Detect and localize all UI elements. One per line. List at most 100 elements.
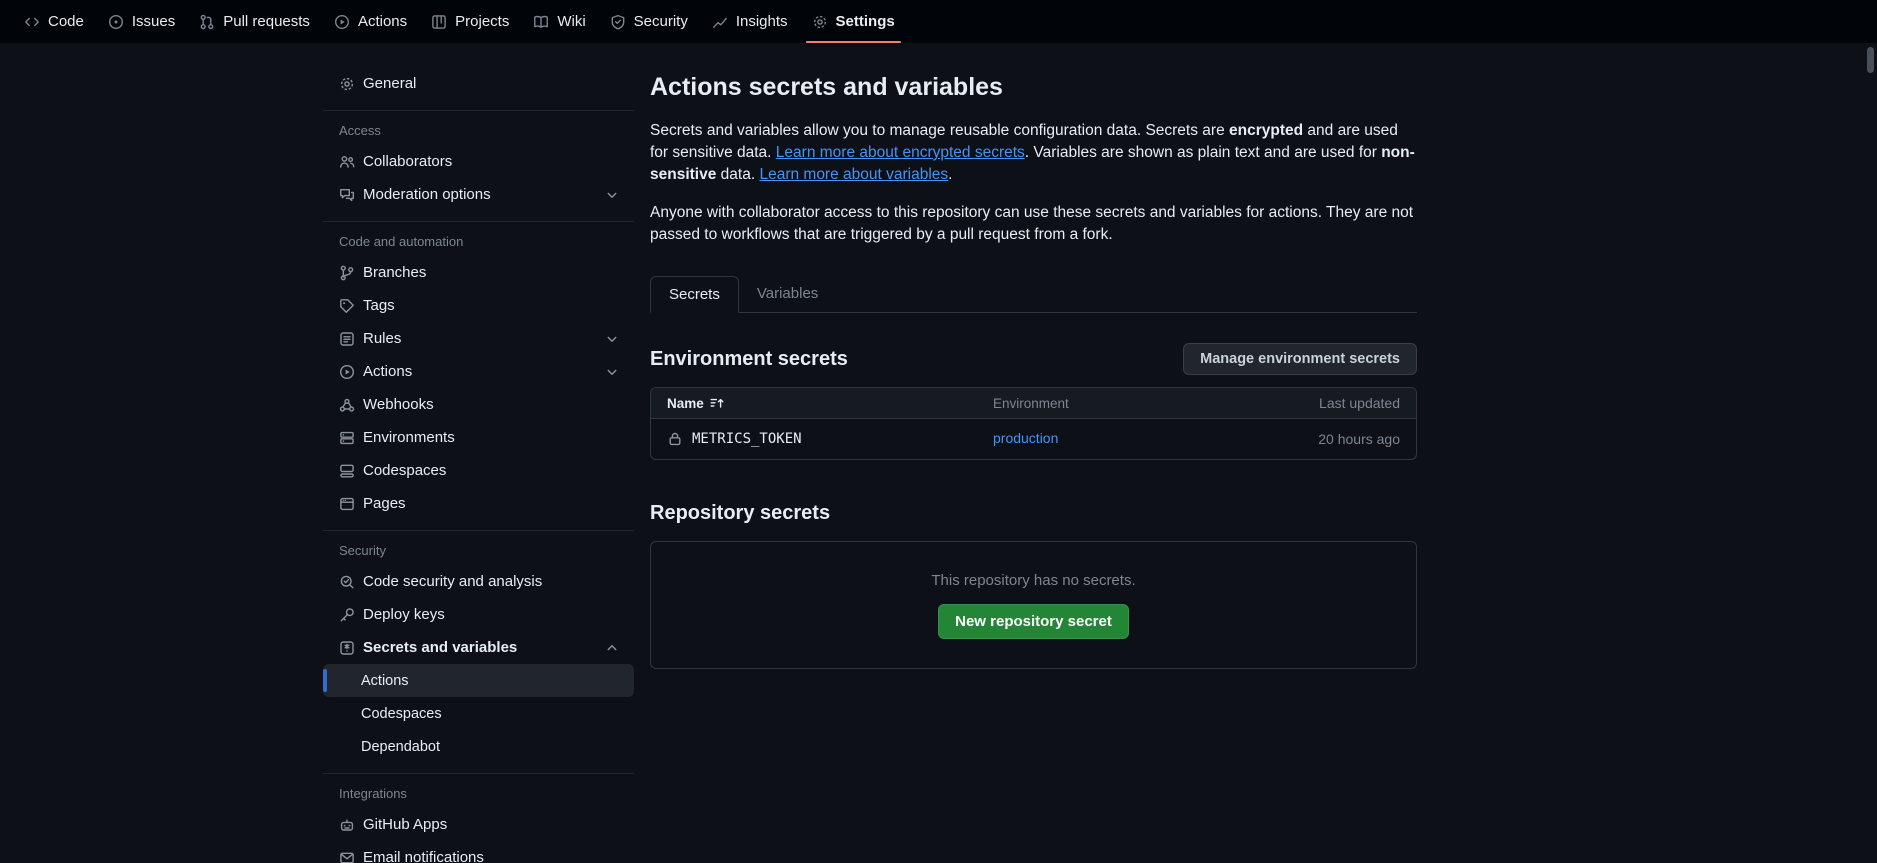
tag-icon [339,298,355,314]
tab-label: Pull requests [223,13,310,30]
graph-icon [712,14,728,30]
sidebar-subitem-actions[interactable]: Actions [323,664,634,697]
tab-security[interactable]: Security [600,0,698,43]
git-pull-request-icon [199,14,215,30]
sidebar-item-github-apps[interactable]: GitHub Apps [323,808,634,841]
people-icon [339,154,355,170]
tab-code[interactable]: Code [14,0,94,43]
sidebar-item-label: Code security and analysis [363,573,542,590]
chevron-up-icon [604,640,620,656]
tab-settings[interactable]: Settings [802,0,905,43]
comment-discussion-icon [339,187,355,203]
tab-issues[interactable]: Issues [98,0,185,43]
repository-secrets-title: Repository secrets [650,502,1417,525]
empty-state-text: This repository has no secrets. [931,572,1135,589]
sidebar-item-label: Codespaces [361,706,442,722]
repository-secrets-section: Repository secrets This repository has n… [650,502,1417,669]
sidebar-item-actions[interactable]: Actions [323,355,634,388]
codespaces-icon [339,463,355,479]
sidebar-section-code-automation: Code and automation [323,230,634,256]
sidebar-item-label: Tags [363,297,395,314]
sidebar-item-label: GitHub Apps [363,816,447,833]
column-header-environment: Environment [993,396,1210,411]
scrollbar-thumb[interactable] [1867,47,1874,73]
tab-projects[interactable]: Projects [421,0,519,43]
shield-icon [610,14,626,30]
lock-icon [667,431,683,447]
sidebar-subitem-codespaces[interactable]: Codespaces [323,697,634,730]
sidebar-item-label: Collaborators [363,153,452,170]
table-header-row: Name Environment Last updated [651,388,1416,419]
tab-variables[interactable]: Variables [739,276,836,312]
manage-environment-secrets-button[interactable]: Manage environment secrets [1183,343,1417,375]
sidebar-item-code-security[interactable]: Code security and analysis [323,565,634,598]
table-row: METRICS_TOKEN production 20 hours ago [651,419,1416,459]
webhook-icon [339,397,355,413]
sidebar-divider [323,110,634,111]
last-updated-value: 20 hours ago [1210,431,1400,447]
tab-secrets[interactable]: Secrets [650,276,739,313]
sidebar-item-label: Secrets and variables [363,639,517,656]
sidebar-item-label: Email notifications [363,849,484,863]
sidebar-item-deploy-keys[interactable]: Deploy keys [323,598,634,631]
sidebar-item-branches[interactable]: Branches [323,256,634,289]
sidebar-item-rules[interactable]: Rules [323,322,634,355]
issue-opened-icon [108,14,124,30]
key-icon [339,607,355,623]
repo-navbar: Code Issues Pull requests Actions Projec… [0,0,1877,43]
key-asterisk-icon [339,640,355,656]
git-branch-icon [339,265,355,281]
sidebar-item-label: Deploy keys [363,606,445,623]
environment-secrets-table: Name Environment Last updated METRICS_TO… [650,387,1417,460]
environment-secrets-section: Environment secrets Manage environment s… [650,343,1417,460]
sidebar-section-security: Security [323,539,634,565]
tab-pull-requests[interactable]: Pull requests [189,0,320,43]
gear-icon [812,14,828,30]
sidebar-item-webhooks[interactable]: Webhooks [323,388,634,421]
sidebar-item-codespaces[interactable]: Codespaces [323,454,634,487]
sidebar-subitem-dependabot[interactable]: Dependabot [323,730,634,763]
tab-label: Issues [132,13,175,30]
sidebar-item-tags[interactable]: Tags [323,289,634,322]
play-circle-icon [334,14,350,30]
chevron-down-icon [604,187,620,203]
column-header-label: Name [667,396,704,411]
sidebar-divider [323,221,634,222]
intro-paragraph: Secrets and variables allow you to manag… [650,120,1417,186]
sidebar-item-label: Actions [361,673,409,689]
sidebar-divider [323,773,634,774]
sidebar-item-collaborators[interactable]: Collaborators [323,145,634,178]
sidebar-item-label: Environments [363,429,455,446]
project-icon [431,14,447,30]
chevron-down-icon [604,331,620,347]
tab-label: Settings [836,13,895,30]
sidebar-item-pages[interactable]: Pages [323,487,634,520]
environment-link[interactable]: production [993,430,1058,446]
sidebar-item-label: Pages [363,495,406,512]
play-circle-icon [339,364,355,380]
page-title: Actions secrets and variables [650,73,1417,102]
sidebar-item-email-notifications[interactable]: Email notifications [323,841,634,863]
settings-layout: General Access Collaborators Moderation … [0,43,1877,863]
repo-settings-page: Code Issues Pull requests Actions Projec… [0,0,1877,863]
link-learn-more-encrypted-secrets[interactable]: Learn more about encrypted secrets [776,144,1025,161]
sidebar-item-moderation-options[interactable]: Moderation options [323,178,634,211]
tab-actions[interactable]: Actions [324,0,417,43]
settings-content: Actions secrets and variables Secrets an… [650,43,1417,669]
codescan-icon [339,574,355,590]
chevron-down-icon [604,364,620,380]
sidebar-item-general[interactable]: General [323,67,634,100]
sidebar-item-label: Rules [363,330,401,347]
tab-insights[interactable]: Insights [702,0,798,43]
fork-access-note: Anyone with collaborator access to this … [650,202,1417,246]
new-repository-secret-button[interactable]: New repository secret [938,604,1129,639]
sidebar-item-label: Moderation options [363,186,491,203]
tab-label: Insights [736,13,788,30]
link-learn-more-variables[interactable]: Learn more about variables [759,166,948,183]
settings-sidebar: General Access Collaborators Moderation … [323,43,634,863]
sidebar-item-secrets-and-variables[interactable]: Secrets and variables [323,631,634,664]
column-header-name[interactable]: Name [667,395,993,411]
intro-text: . [948,166,952,183]
tab-wiki[interactable]: Wiki [523,0,595,43]
sidebar-item-environments[interactable]: Environments [323,421,634,454]
